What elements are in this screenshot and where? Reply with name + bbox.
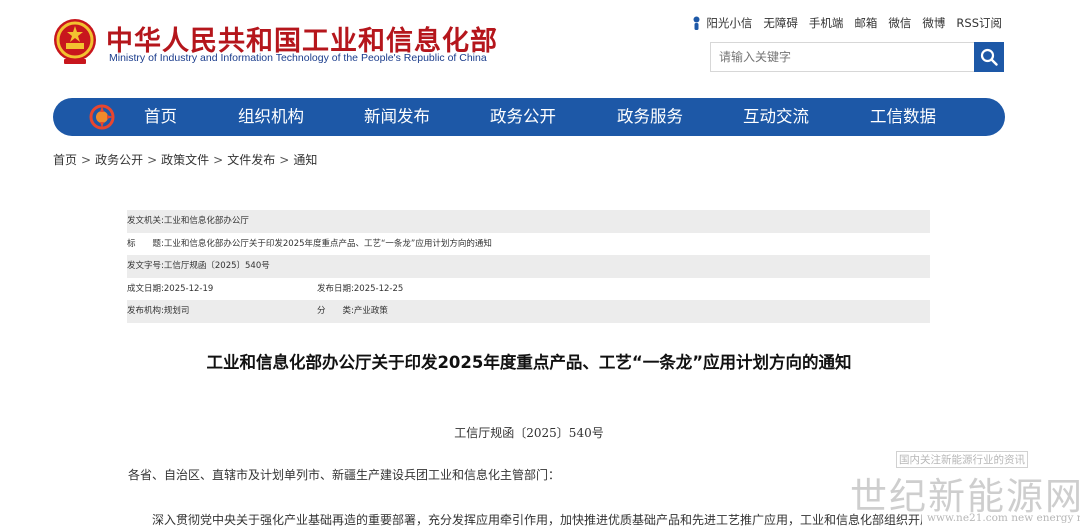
top-link-accessibility[interactable]: 无障碍 [763,15,798,31]
breadcrumb-government-affairs[interactable]: 政务公开 [95,153,143,167]
breadcrumb-home[interactable]: 首页 [53,153,77,167]
site-subtitle: Ministry of Industry and Information Tec… [109,52,487,64]
meta-row-issuer: 发文机关:工业和信息化部办公厅 [127,210,930,233]
nav-item-data[interactable]: 工信数据 [870,98,936,136]
meta-published-value: 2025-12-25 [353,283,404,294]
breadcrumb-separator: > [279,153,290,167]
site-logo[interactable] [52,17,98,67]
meta-row-title: 标 题:工业和信息化部办公厅关于印发2025年度重点产品、工艺“一条龙”应用计划… [127,233,930,256]
article-salutation: 各省、自治区、直辖市及计划单列市、新疆生产建设兵团工业和信息化主管部门： [128,468,561,482]
meta-written-label: 成文日期: [127,283,164,294]
breadcrumb-policy-documents[interactable]: 政策文件 [161,153,209,167]
meta-category-value: 产业政策 [353,306,388,316]
breadcrumb-document-release[interactable]: 文件发布 [227,153,275,167]
top-link-wechat[interactable]: 微信 [888,15,911,31]
search-icon [980,48,998,66]
meta-org-value: 规划司 [163,306,190,316]
nav-item-government-affairs[interactable]: 政务公开 [490,98,556,136]
ministry-emblem-icon [89,104,115,130]
national-emblem-icon [54,19,96,64]
sun-person-icon [693,16,700,30]
top-link-sunshine[interactable]: 阳光小信 [706,15,752,31]
top-link-mailbox[interactable]: 邮箱 [854,15,877,31]
meta-issuer-label: 发文机关: [127,216,164,226]
meta-org-label: 发布机构: [127,306,164,316]
top-link-weibo[interactable]: 微博 [922,15,945,31]
nav-item-home[interactable]: 首页 [144,98,177,136]
breadcrumb: 首页 > 政务公开 > 政策文件 > 文件发布 > 通知 [53,151,317,168]
nav-item-interaction[interactable]: 互动交流 [743,98,809,136]
breadcrumb-separator: > [81,153,92,167]
meta-title-value: 工业和信息化部办公厅关于印发2025年度重点产品、工艺“一条龙”应用计划方向的通… [163,238,492,249]
meta-row-org: 发布机构:规划司 分 类:产业政策 [127,300,930,323]
nav-item-services[interactable]: 政务服务 [617,98,683,136]
article-title: 工业和信息化部办公厅关于印发2025年度重点产品、工艺“一条龙”应用计划方向的通… [206,353,852,372]
meta-row-docno: 发文字号:工信厅规函〔2025〕540号 [127,255,930,278]
breadcrumb-separator: > [213,153,224,167]
meta-published-label: 发布日期: [317,283,354,294]
meta-docno-value: 工信厅规函〔2025〕540号 [163,261,270,271]
meta-row-dates: 成文日期:2025-12-19 发布日期:2025-12-25 [127,278,930,301]
watermark-url: www.ne21.com new energy network [927,512,1080,524]
search-input[interactable] [710,42,974,72]
nav-item-organization[interactable]: 组织机构 [238,98,304,136]
meta-issuer-value: 工业和信息化部办公厅 [163,216,249,226]
meta-docno-label: 发文字号: [127,261,164,271]
top-link-rss[interactable]: RSS订阅 [956,15,1002,31]
article-docno: 工信厅规函〔2025〕540号 [454,426,604,440]
top-link-mobile[interactable]: 手机端 [809,15,844,31]
main-nav: 首页 组织机构 新闻发布 政务公开 政务服务 互动交流 工信数据 [53,98,1005,136]
document-meta-table: 发文机关:工业和信息化部办公厅 标 题:工业和信息化部办公厅关于印发2025年度… [127,210,930,323]
search-button[interactable] [974,42,1004,72]
article-paragraph: 深入贯彻党中央关于强化产业基础再造的重要部署，充分发挥应用牵引作用，加快推进优质… [152,513,922,527]
nav-item-news[interactable]: 新闻发布 [364,98,430,136]
breadcrumb-notice[interactable]: 通知 [293,153,317,167]
meta-category-label: 分 类: [317,306,354,316]
meta-written-value: 2025-12-19 [163,283,214,294]
breadcrumb-separator: > [147,153,158,167]
meta-title-label: 标 题: [127,238,164,249]
top-links: 阳光小信 无障碍 手机端 邮箱 微信 微博 RSS订阅 [692,15,1002,31]
